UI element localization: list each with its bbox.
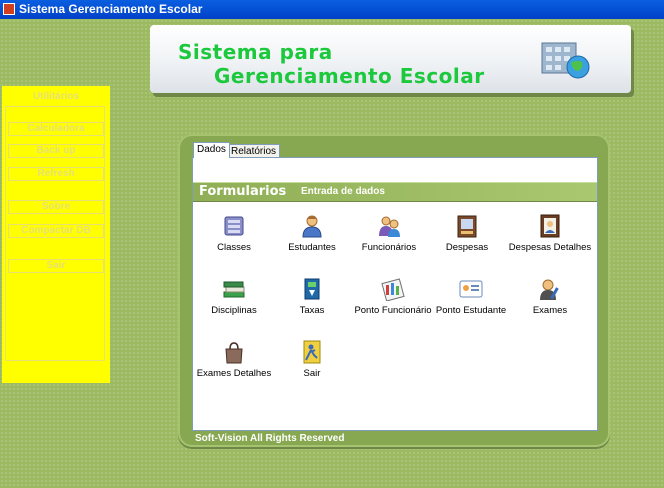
form-items: Classes Estudantes Funcionários Despesas… <box>193 214 597 424</box>
item-label: Disciplinas <box>211 305 257 316</box>
exam-details-item[interactable]: Exames Detalhes <box>196 340 272 379</box>
exit-item[interactable]: Sair <box>274 340 350 379</box>
section-title: Formularios <box>199 184 287 199</box>
item-label: Taxas <box>299 305 325 316</box>
section-header: Formularios Entrada de dados <box>193 182 597 202</box>
employees-icon <box>379 216 400 237</box>
banner-line-1: Sistema para <box>178 40 333 64</box>
exams-icon <box>540 279 559 300</box>
item-label: Despesas <box>445 242 489 253</box>
title-bar: Sistema Gerenciamento Escolar <box>0 0 664 19</box>
footer-copyright: Soft-Vision All Rights Reserved <box>195 433 345 444</box>
tab-page-dados: Formularios Entrada de dados Classes Est… <box>192 157 598 431</box>
expenses-icon <box>457 215 477 238</box>
employee-attendance-item[interactable]: Ponto Funcionário <box>351 277 435 316</box>
student-icon <box>302 215 322 238</box>
exit-icon <box>303 340 321 364</box>
employees-item[interactable]: Funcionários <box>351 214 427 253</box>
header-banner: Sistema para Gerenciamento Escolar <box>150 25 631 93</box>
item-label: Funcionários <box>361 242 417 253</box>
employee-attendance-icon <box>381 278 405 301</box>
item-label: Estudantes <box>288 242 336 253</box>
item-label: Exames <box>532 305 568 316</box>
expense-details-icon <box>540 214 560 238</box>
calculator-button[interactable]: Calculadora <box>8 122 104 136</box>
bag-icon <box>225 342 243 364</box>
books-icon <box>223 281 245 298</box>
item-label: Exames Detalhes <box>196 368 272 379</box>
disciplines-item[interactable]: Disciplinas <box>196 277 272 316</box>
utilities-sidebar: Utilitários Calculadora Back up Refresh … <box>2 86 110 383</box>
window-title: Sistema Gerenciamento Escolar <box>19 2 203 16</box>
student-attendance-item[interactable]: Ponto Estudante <box>433 277 509 316</box>
expense-details-item[interactable]: Despesas Detalhes <box>507 214 593 253</box>
banner-line-2: Gerenciamento Escolar <box>214 64 485 88</box>
item-label: Sair <box>303 368 321 379</box>
item-label: Ponto Estudante <box>435 305 507 316</box>
exams-item[interactable]: Exames <box>507 277 593 316</box>
school-building-icon <box>541 42 590 79</box>
section-subtitle: Entrada de dados <box>301 186 385 197</box>
item-label: Classes <box>217 242 251 253</box>
expenses-item[interactable]: Despesas <box>429 214 505 253</box>
students-item[interactable]: Estudantes <box>274 214 350 253</box>
compact-db-button[interactable]: Compactar DB <box>8 224 104 238</box>
backup-button[interactable]: Back up <box>8 144 104 158</box>
classes-icon <box>224 216 244 236</box>
app-icon <box>3 3 15 15</box>
exit-sidebar-button[interactable]: Sair <box>8 259 104 273</box>
fees-item[interactable]: Taxas <box>274 277 350 316</box>
sidebar-title: Utilitários <box>32 91 80 102</box>
fees-icon <box>304 278 320 300</box>
refresh-button[interactable]: Refresh <box>8 167 104 181</box>
tab-dados[interactable]: Dados <box>193 142 230 158</box>
classes-item[interactable]: Classes <box>196 214 272 253</box>
student-attendance-icon <box>459 280 483 298</box>
item-label: Ponto Funcionário <box>354 305 432 316</box>
item-label: Despesas Detalhes <box>508 242 592 253</box>
about-button[interactable]: Sobre <box>8 200 104 214</box>
